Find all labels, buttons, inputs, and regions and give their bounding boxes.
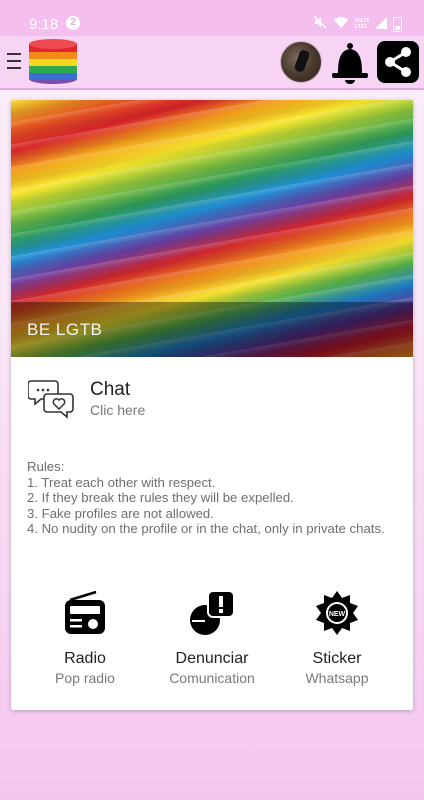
network-label: VoLTE LTE1 xyxy=(355,17,371,31)
menu-icon[interactable] xyxy=(7,53,21,69)
svg-text:NEW: NEW xyxy=(329,611,346,618)
chat-bubbles-icon xyxy=(28,380,74,419)
rule-item: 2. If they break the rules they will be … xyxy=(27,490,294,506)
radio-icon xyxy=(65,590,105,634)
share-button[interactable] xyxy=(377,41,419,83)
new-badge-icon: NEW xyxy=(316,591,358,635)
report-icon xyxy=(190,590,235,635)
rule-item: 4. No nudity on the profile or in the ch… xyxy=(27,521,385,537)
hero-caption: BE LGTB xyxy=(27,320,103,339)
report-label: Denunciar xyxy=(175,650,249,667)
rule-item: 1. Treat each other with respect. xyxy=(27,474,216,490)
hero-image[interactable]: BE LGTB xyxy=(11,100,413,357)
sticker-label: Sticker xyxy=(312,650,362,667)
svg-text:LTE1: LTE1 xyxy=(355,24,367,29)
sticker-button[interactable]: NEW Sticker Whatsapp xyxy=(272,588,402,686)
rainbow-logo xyxy=(29,39,77,84)
main-card: BE LGTB Chat Clic here Rules: 1. Treat e… xyxy=(11,100,413,710)
report-button[interactable]: Denunciar Comunication xyxy=(147,588,277,686)
report-sublabel: Comunication xyxy=(169,670,255,686)
radio-button[interactable]: Radio Pop radio xyxy=(20,588,150,686)
rule-item: 3. Fake profiles are not allowed. xyxy=(27,505,214,521)
rules-heading: Rules: xyxy=(27,459,65,474)
hero-caption-bar: BE LGTB xyxy=(11,302,413,357)
radio-label: Radio xyxy=(64,650,106,667)
chat-entry[interactable]: Chat Clic here xyxy=(11,370,413,430)
chat-subtitle: Clic here xyxy=(90,402,146,418)
status-icons: VoLTE LTE1 xyxy=(313,15,402,33)
radio-sublabel: Pop radio xyxy=(55,670,115,686)
status-bar: 9:18 2 VoLTE LTE1 xyxy=(0,0,424,36)
wifi-icon xyxy=(333,16,349,33)
bell-icon[interactable] xyxy=(328,41,372,85)
mute-icon xyxy=(313,15,327,33)
signal-icon xyxy=(375,16,387,33)
actions-row: Radio Pop radio Denunciar Comunication N… xyxy=(11,588,413,688)
rules-block: Rules: 1. Treat each other with respect.… xyxy=(27,459,399,537)
battery-icon xyxy=(393,16,402,32)
status-time: 9:18 xyxy=(29,16,59,33)
share-icon xyxy=(385,47,411,77)
avatar[interactable] xyxy=(280,41,322,83)
chat-title: Chat xyxy=(90,379,131,400)
app-bar xyxy=(0,36,424,90)
sticker-sublabel: Whatsapp xyxy=(305,670,369,686)
notification-count-badge: 2 xyxy=(66,16,80,30)
